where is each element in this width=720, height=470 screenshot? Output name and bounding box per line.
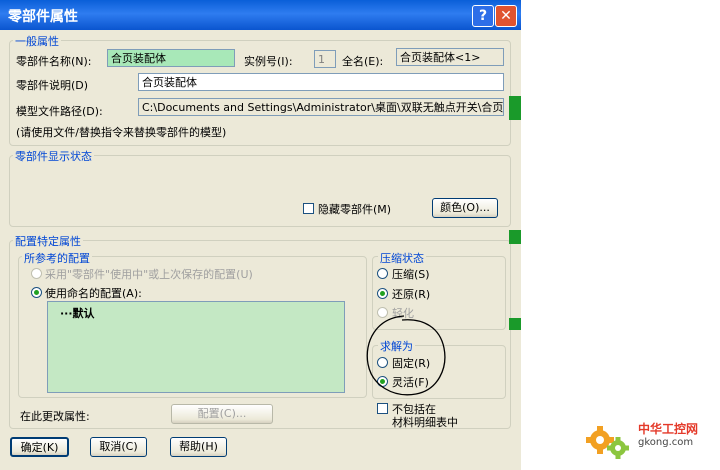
hand-drawn-circle-annotation xyxy=(366,315,446,396)
instance-input: 1 xyxy=(314,50,336,68)
change-properties-label: 在此更改属性: xyxy=(20,410,90,423)
config-button: 配置(C)... xyxy=(171,404,273,424)
model-path-input: C:\Documents and Settings\Administrator\… xyxy=(138,98,504,116)
hide-component-checkbox[interactable] xyxy=(303,203,314,214)
gkong-watermark: 中华工控网 gkong.com xyxy=(584,410,714,466)
help-title-button[interactable]: ? xyxy=(472,5,494,27)
list-item-label: 默认 xyxy=(72,307,95,320)
ok-button[interactable]: 确定(K) xyxy=(10,437,69,457)
help-button[interactable]: 帮助(H) xyxy=(170,437,227,457)
suppress-label: 压缩(S) xyxy=(392,268,430,281)
cancel-button[interactable]: 取消(C) xyxy=(90,437,147,457)
display-state-legend: 零部件显示状态 xyxy=(13,148,94,164)
component-properties-dialog: 零部件属性 ? ✕ 一般属性 零部件名称(N): 合页装配体 实例号(I): 1… xyxy=(0,0,521,470)
color-button[interactable]: 颜色(O)... xyxy=(432,198,498,218)
background-window-strip xyxy=(509,96,521,120)
close-icon[interactable]: ✕ xyxy=(495,5,517,27)
use-named-config-label: 使用命名的配置(A): xyxy=(45,287,142,300)
general-properties-legend: 一般属性 xyxy=(13,33,61,49)
background-window-strip-2 xyxy=(509,230,521,244)
use-in-use-config-label: 采用"零部件"使用中"或上次保存的配置(U) xyxy=(45,268,253,281)
resolve-label: 还原(R) xyxy=(392,288,431,301)
instance-label: 实例号(I): xyxy=(244,55,293,68)
replace-hint: (请使用文件/替换指令来替换零部件的模型) xyxy=(16,126,227,139)
hide-component-label: 隐藏零部件(M) xyxy=(318,203,392,216)
fullname-label: 全名(E): xyxy=(342,55,384,68)
config-list[interactable]: ···默认 xyxy=(47,301,345,393)
component-name-label: 零部件名称(N): xyxy=(16,55,92,68)
title-bar[interactable]: 零部件属性 ? ✕ xyxy=(0,0,521,30)
watermark-cn: 中华工控网 xyxy=(638,422,699,436)
exclude-bom-label-2: 材料明细表中 xyxy=(392,416,458,429)
watermark-en: gkong.com xyxy=(638,437,694,448)
resolve-radio[interactable] xyxy=(377,288,388,299)
config-properties-legend: 配置特定属性 xyxy=(13,233,83,249)
component-desc-label: 零部件说明(D) xyxy=(16,79,89,92)
background-window-strip-3 xyxy=(509,318,521,330)
exclude-bom-checkbox[interactable] xyxy=(377,403,388,414)
referenced-config-legend: 所参考的配置 xyxy=(22,250,92,266)
window-title: 零部件属性 xyxy=(8,9,78,25)
fullname-input: 合页装配体<1> xyxy=(396,48,504,66)
model-path-label: 模型文件路径(D): xyxy=(16,105,103,118)
component-name-input[interactable]: 合页装配体 xyxy=(107,49,235,67)
component-desc-input[interactable]: 合页装配体 xyxy=(138,73,504,91)
use-in-use-config-radio[interactable] xyxy=(31,268,42,279)
list-item[interactable]: ···默认 xyxy=(60,305,95,321)
gear-icon xyxy=(586,426,629,459)
suppress-radio[interactable] xyxy=(377,268,388,279)
suppression-legend: 压缩状态 xyxy=(378,250,426,266)
use-named-config-radio[interactable] xyxy=(31,287,42,298)
